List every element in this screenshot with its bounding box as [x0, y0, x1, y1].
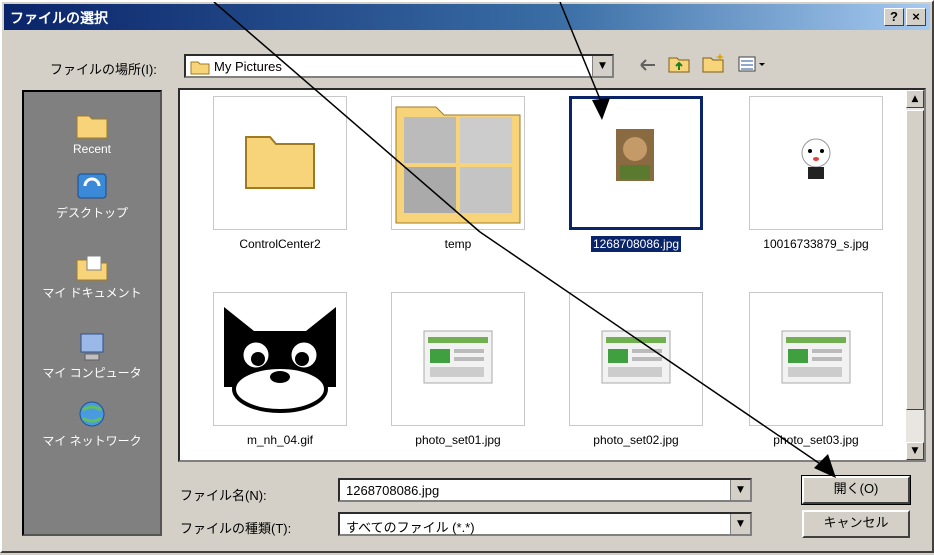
recent-folder-icon — [75, 110, 109, 140]
file-item[interactable]: temp — [378, 92, 538, 268]
scroll-down-icon[interactable]: ▼ — [906, 442, 924, 460]
places-item-label: デスクトップ — [55, 206, 128, 220]
back-icon[interactable] — [638, 56, 658, 74]
file-thumbnail — [569, 96, 703, 230]
my-computer-icon — [75, 332, 109, 362]
places-item[interactable]: マイ コンピュータ — [24, 332, 160, 381]
places-item-label: Recent — [72, 142, 112, 156]
chevron-down-icon[interactable]: ▼ — [592, 56, 612, 76]
file-dialog: ファイルの選択 ? × ファイルの場所(I): My Pictures ▼ Re… — [0, 0, 934, 553]
view-menu-icon[interactable] — [738, 55, 768, 73]
file-thumbnail — [213, 292, 347, 426]
places-item[interactable]: デスクトップ — [24, 172, 160, 221]
filename-input[interactable]: 1268708086.jpg ▼ — [338, 478, 752, 502]
filename-label: ファイル名(N): — [180, 488, 267, 503]
lookin-label: ファイルの場所(I): — [50, 62, 157, 77]
lookin-value: My Pictures — [214, 59, 282, 74]
places-item-label: マイ ネットワーク — [42, 434, 142, 448]
file-name: 1268708086.jpg — [590, 236, 682, 252]
filetype-select[interactable]: すべてのファイル (*.*) ▼ — [338, 512, 752, 536]
chevron-down-icon[interactable]: ▼ — [730, 514, 750, 534]
places-bar: Recent デスクトップ マイ ドキュメント マイ コンピュータ マイ ネットワーク — [22, 90, 162, 536]
file-item[interactable]: m_nh_04.gif — [200, 288, 360, 460]
desktop-icon — [75, 172, 109, 202]
cancel-button[interactable]: キャンセル — [802, 510, 910, 538]
file-name: m_nh_04.gif — [246, 433, 314, 447]
scroll-up-icon[interactable]: ▲ — [906, 90, 924, 108]
file-thumbnail — [213, 96, 347, 230]
file-item[interactable]: ControlCenter2 — [200, 92, 360, 268]
file-item[interactable]: photo_set03.jpg — [736, 288, 896, 460]
close-button[interactable]: × — [906, 8, 926, 26]
file-thumbnail — [749, 292, 883, 426]
scroll-thumb[interactable] — [906, 110, 924, 410]
lookin-combobox[interactable]: My Pictures ▼ — [184, 54, 614, 78]
file-name: 10016733879_s.jpg — [763, 237, 869, 251]
filetype-label: ファイルの種類(T): — [180, 521, 292, 536]
file-thumbnail — [569, 292, 703, 426]
file-thumbnail — [391, 292, 525, 426]
file-name: photo_set03.jpg — [773, 433, 859, 447]
places-item-label: マイ コンピュータ — [42, 366, 142, 380]
my-documents-icon — [75, 252, 109, 282]
file-item[interactable]: 10016733879_s.jpg — [736, 92, 896, 268]
file-name: photo_set01.jpg — [415, 433, 501, 447]
file-name: photo_set02.jpg — [593, 433, 679, 447]
up-folder-icon[interactable] — [668, 54, 690, 74]
places-item-label: マイ ドキュメント — [42, 286, 142, 300]
file-item[interactable]: 1268708086.jpg — [556, 92, 716, 268]
my-network-icon — [75, 400, 109, 430]
vertical-scrollbar[interactable]: ▲ ▼ — [906, 90, 924, 460]
window-title: ファイルの選択 — [10, 10, 108, 26]
file-item[interactable]: photo_set02.jpg — [556, 288, 716, 460]
file-item[interactable]: photo_set01.jpg — [378, 288, 538, 460]
file-name: ControlCenter2 — [239, 237, 321, 251]
file-list-view[interactable]: photo_set03.jpg photo_set02.jpg photo_set0… — [178, 88, 926, 462]
filetype-value: すべてのファイル (*.*) — [346, 520, 475, 535]
file-name: temp — [444, 237, 472, 251]
help-button[interactable]: ? — [884, 8, 904, 26]
folder-icon — [190, 61, 210, 75]
open-button[interactable]: 開く(O) — [801, 475, 911, 505]
new-folder-icon[interactable] — [702, 52, 726, 74]
title-bar[interactable]: ファイルの選択 ? × — [4, 4, 930, 30]
places-item[interactable]: Recent — [24, 110, 160, 156]
chevron-down-icon[interactable]: ▼ — [730, 480, 750, 500]
filename-value: 1268708086.jpg — [346, 483, 440, 498]
places-item[interactable]: マイ ネットワーク — [24, 400, 160, 449]
file-thumbnail — [391, 96, 525, 230]
places-item[interactable]: マイ ドキュメント — [24, 252, 160, 301]
file-thumbnail — [749, 96, 883, 230]
